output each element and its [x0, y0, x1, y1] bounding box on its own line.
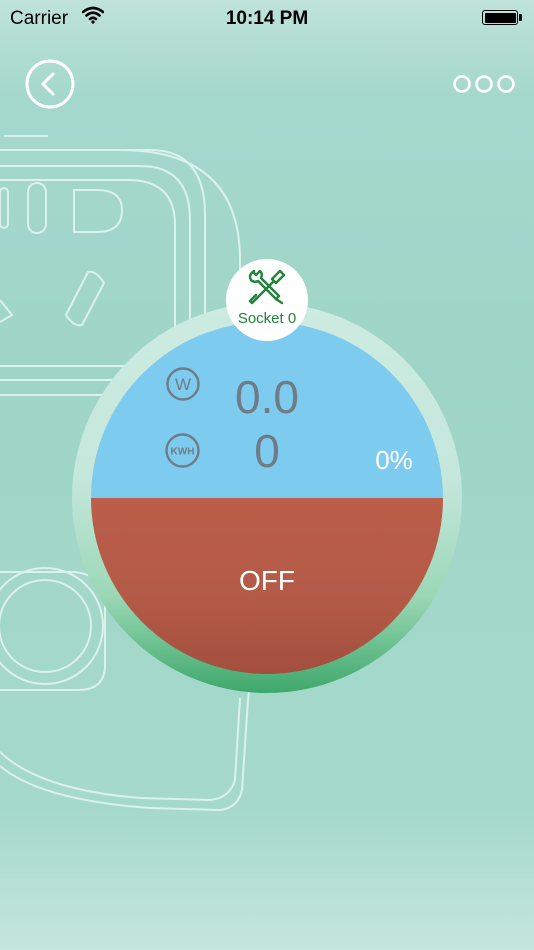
socket-settings-button[interactable]: Socket 0: [226, 259, 308, 341]
tools-icon: [248, 269, 286, 305]
more-button[interactable]: [452, 72, 516, 96]
socket-gauge: [72, 303, 462, 693]
more-icon: [453, 75, 515, 93]
percent-label: 0%: [375, 445, 413, 475]
power-value: 0.0: [235, 371, 299, 423]
back-button[interactable]: [25, 59, 75, 109]
status-bar: Carrier 10:14 PM: [0, 0, 534, 38]
switch-state-label[interactable]: OFF: [0, 565, 534, 597]
energy-value: 0: [254, 425, 280, 477]
socket-name: Socket 0: [237, 310, 297, 327]
clock: 10:14 PM: [225, 8, 309, 29]
battery-tip: [519, 14, 522, 21]
chevron-left-icon: [41, 72, 55, 96]
battery-icon: [482, 10, 518, 25]
